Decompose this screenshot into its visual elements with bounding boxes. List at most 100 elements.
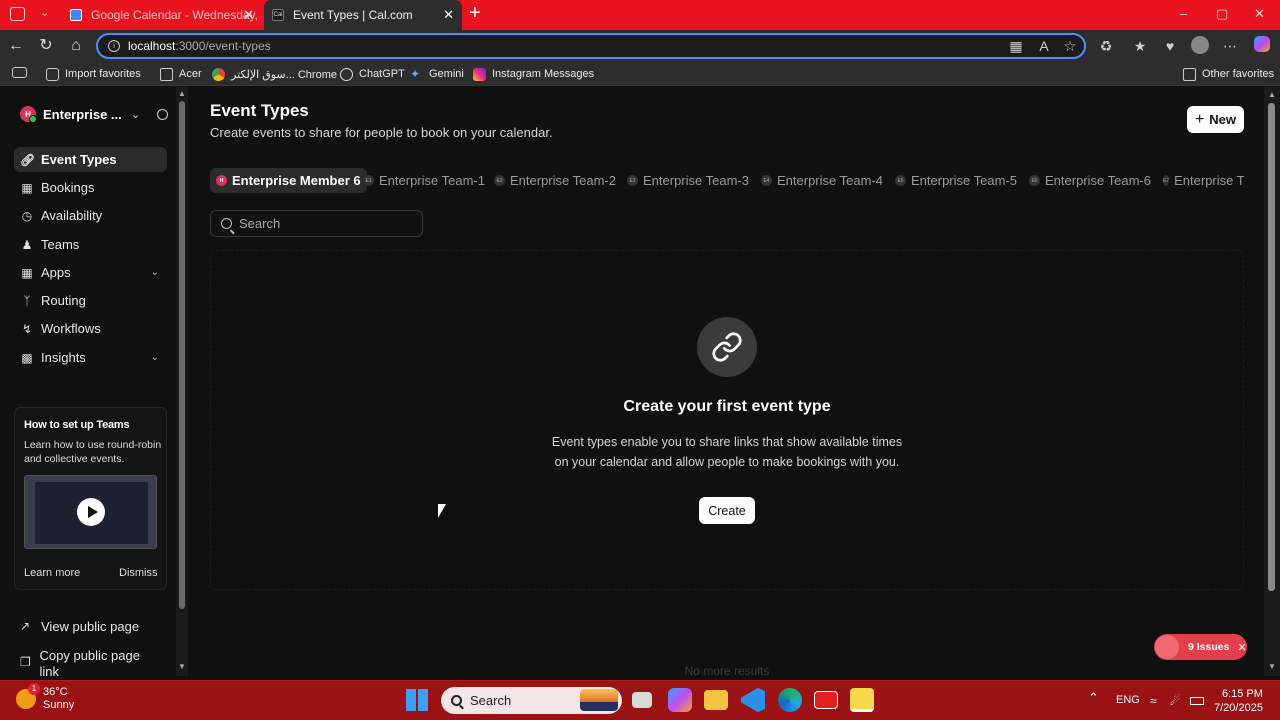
tab-enterprise-team-2[interactable]: E2 Enterprise Team-2 [494,168,616,193]
sidebar-item-availability[interactable]: ◷ Availability [14,203,167,228]
scrollbar-thumb[interactable] [1268,103,1275,591]
wifi-icon[interactable]: ≈ [1150,694,1157,708]
scroll-up-icon[interactable]: ▲ [178,89,186,98]
bookmark-instagram[interactable]: Instagram Messages [473,66,594,82]
close-tab-icon[interactable]: ✕ [243,7,254,23]
profile-avatar-icon[interactable] [1190,36,1210,56]
create-event-type-button[interactable]: Create [699,497,755,524]
close-icon[interactable]: ✕ [1237,641,1246,654]
scroll-down-icon[interactable]: ▼ [178,662,186,671]
bookmark-acer[interactable]: Acer [160,66,202,82]
learn-more-link[interactable]: Learn more [24,567,80,579]
minimize-icon[interactable]: – [1180,6,1187,21]
promo-title: How to set up Teams [24,419,130,431]
copy-public-page-link[interactable]: ❐ Copy public page link [20,648,150,680]
youtube-icon[interactable] [814,691,838,709]
bookmark-import-favorites[interactable]: Import favorites [46,66,141,82]
issues-badge[interactable]: 9 Issues ✕ [1154,634,1247,660]
app-available-icon[interactable]: ▦ [1006,36,1026,56]
volume-icon[interactable]: ☄ [1170,694,1181,708]
favorite-star-icon[interactable]: ☆ [1060,36,1080,56]
tab-enterprise-team-7[interactable]: E7 Enterprise T [1163,168,1244,193]
bookmark-gemini[interactable]: ✦ Gemini [410,66,464,82]
weather-widget[interactable]: 1 36°C Sunny [16,683,74,712]
bar-chart-icon: ▩ [21,350,33,365]
sidebar-item-label: Event Types [41,152,117,167]
bookmark-label: Instagram Messages [492,68,595,80]
tab-enterprise-team-5[interactable]: E5 Enterprise Team-5 [895,168,1017,193]
clock-icon: ◷ [21,208,33,223]
new-tab-icon[interactable]: + [469,2,481,25]
language-indicator[interactable]: ENG [1116,694,1140,706]
taskbar-search[interactable]: Search [441,687,622,714]
battery-icon[interactable] [1190,697,1204,705]
dismiss-button[interactable]: Dismiss [119,567,158,579]
address-bar[interactable]: i localhost:3000/event-types [96,33,1086,59]
tab-enterprise-team-6[interactable]: E6 Enterprise Team-6 [1029,168,1151,193]
sidebar-item-teams[interactable]: ♟ Teams [14,232,167,257]
windows-start-icon[interactable] [406,689,428,711]
avatar: H [20,106,37,123]
maximize-icon[interactable]: ▢ [1216,6,1228,22]
workspaces-icon[interactable] [10,7,25,21]
sidebar-item-workflows[interactable]: ↯ Workflows [14,316,167,341]
sidebar-scrollbar[interactable]: ▲ ▼ [176,87,188,676]
copilot-app-icon[interactable] [668,688,692,712]
scroll-up-icon[interactable]: ▲ [1268,90,1276,99]
back-icon[interactable]: ← [6,36,26,56]
browser-tab-google-calendar[interactable]: Google Calendar - Wednesday, Ju ✕ [62,0,262,30]
sidebar-item-apps[interactable]: ▦ Apps ⌄ [14,260,167,285]
reload-icon[interactable]: ↻ [36,36,56,56]
play-icon[interactable] [77,498,105,526]
link-icon: 🔗︎ [20,152,36,167]
extensions-icon[interactable]: ♻ [1096,36,1116,56]
button-label: New [1209,112,1237,127]
new-event-type-button[interactable]: + New [1187,106,1244,133]
sidebar-item-event-types[interactable]: 🔗︎ Event Types [14,147,167,172]
browser-essentials-icon[interactable]: ♥ [1160,36,1180,56]
copilot-icon[interactable] [1252,36,1272,56]
avatar: E2 [494,175,505,186]
task-view-icon[interactable] [632,692,652,708]
scrollbar-thumb[interactable] [179,101,185,609]
chatgpt-icon [340,67,353,81]
edge-icon[interactable] [778,688,802,712]
bookmark-chatgpt[interactable]: ChatGPT [340,66,405,82]
sidebar-item-bookings[interactable]: ▦ Bookings [14,175,167,200]
chevron-down-icon[interactable]: ⌄ [131,108,140,121]
users-icon: ♟ [21,237,33,252]
empty-state-title: Create your first event type [623,398,831,415]
read-aloud-icon[interactable]: A [1034,36,1054,56]
tab-enterprise-team-4[interactable]: E4 Enterprise Team-4 [761,168,883,193]
search-field[interactable] [210,210,423,237]
sidebar-item-routing[interactable]: ᛉ Routing [14,288,167,313]
tab-enterprise-team-1[interactable]: E1 Enterprise Team-1 [363,168,485,193]
sidebar-item-insights[interactable]: ▩ Insights ⌄ [14,345,167,370]
org-switcher[interactable]: H Enterprise ... [20,106,122,123]
close-window-icon[interactable]: ✕ [1254,6,1265,22]
show-hidden-icons-icon[interactable]: ⌃ [1088,690,1099,706]
sticky-notes-icon[interactable] [850,688,874,712]
scroll-down-icon[interactable]: ▼ [1268,662,1276,671]
tutorial-video-thumbnail[interactable] [24,475,157,549]
tab-enterprise-team-3[interactable]: E3 Enterprise Team-3 [627,168,749,193]
view-public-page-link[interactable]: ↗ View public page [20,619,139,634]
site-info-icon[interactable]: i [108,40,120,52]
close-tab-icon[interactable]: ✕ [443,7,454,23]
bookmark-chrome-store[interactable]: سوق الإلكتر... Chrome [212,66,337,82]
tab-actions-chevron-icon[interactable]: ⌄ [40,6,49,19]
search-icon[interactable] [157,109,168,120]
home-icon[interactable]: ⌂ [66,36,86,56]
bookmark-other-favorites[interactable]: Other favorites [1183,66,1274,82]
search-input[interactable] [239,216,409,231]
tab-enterprise-member-6[interactable]: H Enterprise Member 6 [210,168,367,193]
favorites-icon[interactable]: ★ [1130,36,1150,56]
file-explorer-icon[interactable] [704,690,728,710]
sidebar-toggle-icon[interactable] [12,67,27,78]
avatar: E7 [1163,175,1170,186]
taskbar-clock[interactable]: 6:15 PM 7/20/2025 [1214,687,1263,715]
main-scrollbar[interactable]: ▲ ▼ [1264,87,1280,676]
more-options-icon[interactable]: ⋯ [1220,36,1240,56]
browser-tab-event-types[interactable]: Cal Event Types | Cal.com ✕ [264,0,462,30]
chevron-down-icon: ⌄ [150,267,159,278]
